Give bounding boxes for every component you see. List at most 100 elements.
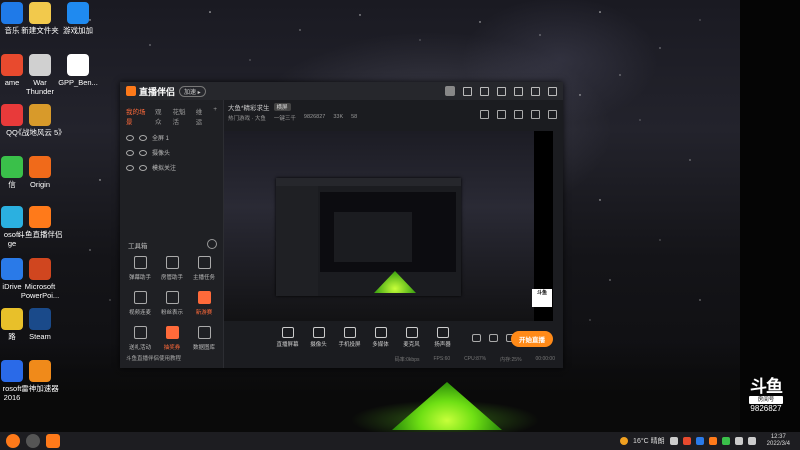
desktop-shortcut-label: 《战地风云 5》 [14, 128, 66, 137]
speaker-button[interactable]: 扬声器 [427, 326, 458, 348]
orientation-badge[interactable]: 横屏 [273, 103, 291, 111]
gift-icon[interactable] [497, 110, 506, 119]
tray-app-icon[interactable] [682, 437, 691, 445]
tool-room-manager-icon [165, 256, 179, 269]
volume-icon[interactable] [747, 437, 756, 445]
record-icon[interactable] [472, 334, 481, 342]
rank-icon[interactable] [514, 110, 523, 119]
phone-screen-button[interactable]: 手机投屏 [334, 326, 365, 348]
user-avatar[interactable] [445, 86, 455, 96]
douyu-taskbar-icon[interactable] [46, 434, 60, 448]
close-icon[interactable] [548, 86, 557, 96]
origin-icon [29, 156, 51, 178]
scene-item[interactable]: 模拟关注 [120, 160, 223, 175]
lock-room-icon[interactable] [480, 110, 489, 119]
tool-data[interactable]: 数据图库 [188, 326, 220, 351]
tool-fans-icon [165, 291, 179, 304]
tool-pk[interactable]: 视频连麦 [124, 291, 156, 316]
multi-media-button[interactable]: 多媒体 [365, 326, 396, 348]
start-stream-button[interactable]: 开始直播 [511, 331, 553, 347]
menu-icon[interactable] [497, 86, 506, 96]
tool-tasks[interactable]: 主播任务 [188, 256, 220, 281]
lock-icon[interactable] [139, 149, 147, 156]
toolbox-title: 工具箱 [128, 243, 148, 250]
tool-game[interactable]: 新游赛 [188, 291, 220, 316]
direct-screen-button[interactable]: 直播屏幕 [272, 326, 303, 348]
tool-room-manager[interactable]: 房管助手 [156, 256, 188, 281]
tab-ops[interactable]: 维运 [196, 106, 207, 126]
start-icon[interactable] [6, 434, 20, 448]
tool-tasks-icon [197, 256, 211, 269]
mic-button[interactable]: 麦克风 [396, 326, 427, 348]
tray-app-icon[interactable] [721, 437, 730, 445]
tab-scenes[interactable]: 我的场景 [126, 106, 149, 126]
game-zhandi-icon [29, 104, 51, 126]
tray-app-icon[interactable] [708, 437, 717, 445]
multi-media-icon [374, 326, 387, 338]
desktop-shortcut[interactable]: 雷神加速器 [10, 360, 70, 393]
maximize-icon[interactable] [531, 86, 540, 96]
tab-flower[interactable]: 花魁活 [172, 106, 189, 126]
stream-preview[interactable]: 斗鱼 [224, 131, 553, 321]
network-icon[interactable] [734, 437, 743, 445]
tray-app-icon[interactable] [695, 437, 704, 445]
tool-lottery[interactable]: 抽奖券 [156, 326, 188, 351]
control-label: 扬声器 [434, 341, 451, 348]
taskbar: 16°C 晴朗 12:37 2022/3/4 [0, 432, 800, 450]
chevron-up-icon[interactable] [669, 437, 678, 445]
tool-label: 数据图库 [192, 345, 215, 351]
desktop-shortcut[interactable]: 斗鱼直播伴侣 [10, 206, 70, 239]
speaker-icon [436, 326, 449, 338]
eye-preview-icon[interactable] [489, 334, 498, 342]
bell-icon[interactable] [531, 110, 540, 119]
desktop-shortcut[interactable]: Microsoft PowerPoi... [10, 258, 70, 300]
version-badge[interactable]: 加速 ▸ [179, 85, 206, 97]
tool-game-icon [197, 291, 211, 304]
app-title: 直播伴侣 [139, 86, 176, 97]
desktop-shortcut[interactable]: Origin [10, 156, 70, 189]
minimize-icon[interactable] [514, 86, 523, 96]
desktop-shortcut[interactable]: 游戏加加 [48, 2, 108, 35]
extra-controls [472, 334, 515, 342]
tutorial-link[interactable]: 斗鱼直播伴侣使用教程 [126, 354, 181, 362]
status-bar: 码率:0kbps FPS:60 CPU:87% 内存:25% 00:00:00 [224, 356, 563, 366]
weather-icon[interactable] [620, 437, 629, 445]
room-category[interactable]: 热门游戏 · 大鱼 [228, 114, 266, 122]
sidebar-tabs: 我的场景 观众 花魁活 维运 + [120, 100, 223, 130]
eye-icon[interactable] [126, 134, 134, 141]
clock[interactable]: 12:37 2022/3/4 [767, 434, 790, 448]
share-icon[interactable] [548, 110, 557, 119]
desktop-shortcut-label: 斗鱼直播伴侣 [17, 230, 63, 239]
desktop-shortcut[interactable]: GPP_Ben... [48, 54, 108, 87]
room-id: 9826827 [303, 114, 326, 120]
camera-button[interactable]: 摄像头 [303, 326, 334, 348]
skin-icon[interactable] [463, 86, 472, 96]
tool-label: 视频连麦 [128, 310, 151, 316]
eye-icon[interactable] [126, 164, 134, 171]
scene-item[interactable]: 摄像头 [120, 145, 223, 160]
eye-icon[interactable] [126, 149, 134, 156]
add-scene-button[interactable]: + [213, 106, 217, 126]
tool-activity[interactable]: 送礼活动 [124, 326, 156, 351]
lock-icon[interactable] [139, 134, 147, 141]
scene-label: 模拟关注 [152, 166, 177, 172]
more-icon[interactable] [207, 239, 217, 249]
phone-screen-icon [343, 326, 356, 338]
desktop-shortcut[interactable]: 《战地风云 5》 [10, 104, 70, 137]
tab-audience[interactable]: 观众 [155, 106, 166, 126]
desktop-shortcut-label: Origin [29, 180, 50, 189]
scene-item[interactable]: 全屏 1 [120, 130, 223, 145]
steam-icon [29, 308, 51, 330]
watermark-brand: 斗鱼 [750, 377, 783, 396]
tool-label: 弹幕助手 [128, 275, 151, 281]
room-title[interactable]: 大鱼*精彩求生 [228, 102, 270, 112]
clock-time: 12:37 [770, 434, 786, 440]
weather-text[interactable]: 16°C 晴朗 [633, 436, 665, 446]
settings-icon[interactable] [480, 86, 489, 96]
tool-fans[interactable]: 粉丝表示 [156, 291, 188, 316]
camera-icon [312, 326, 325, 338]
desktop-shortcut[interactable]: Steam [10, 308, 70, 341]
browser-icon[interactable] [26, 434, 40, 448]
tool-stream-assistant[interactable]: 弹幕助手 [124, 256, 156, 281]
lock-icon[interactable] [139, 164, 147, 171]
